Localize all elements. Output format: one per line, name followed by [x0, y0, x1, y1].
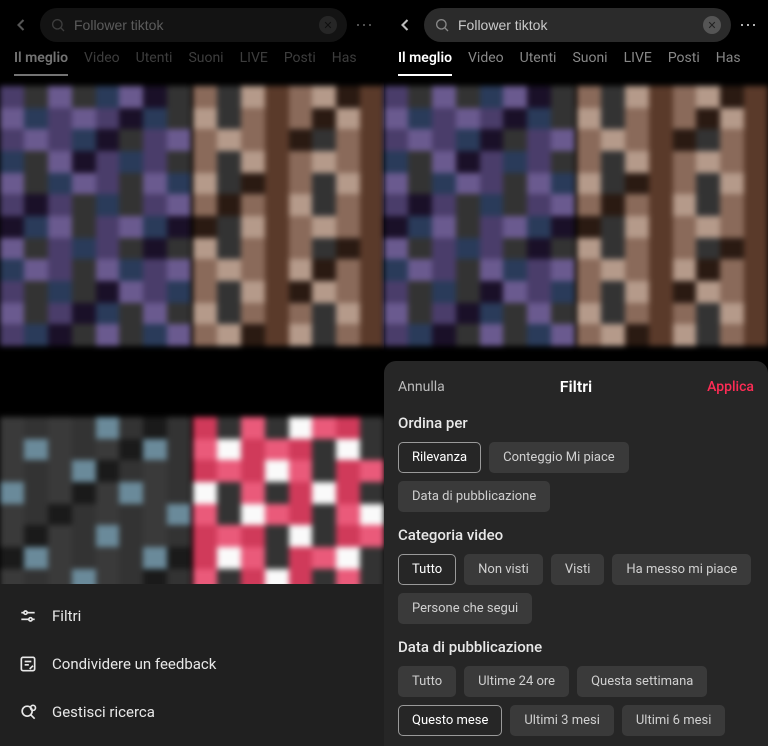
chip-date-all[interactable]: Tutto [398, 666, 456, 697]
tab-best[interactable]: Il meglio [398, 50, 452, 76]
search-input[interactable] [74, 17, 311, 33]
video-thumbnail[interactable] [193, 86, 384, 346]
tab-hashtags[interactable]: Has [332, 50, 357, 76]
menu-feedback-label: Condividere un feedback [52, 655, 216, 673]
search-icon [50, 17, 66, 33]
chip-date-6months[interactable]: Ultimi 6 mesi [622, 705, 726, 736]
category-section-title: Categoria video [398, 526, 754, 544]
sort-options: Rilevanza Conteggio Mi piace Data di pub… [398, 442, 754, 512]
menu-feedback[interactable]: Condividere un feedback [0, 640, 384, 688]
sort-section-title: Ordina per [398, 414, 754, 432]
back-icon[interactable] [394, 14, 416, 36]
more-icon[interactable]: ⋯ [355, 15, 374, 36]
menu-filters-label: Filtri [52, 607, 81, 625]
chip-date-month[interactable]: Questo mese [398, 705, 502, 736]
menu-manage-search[interactable]: Gestisci ricerca [0, 688, 384, 736]
back-icon[interactable] [10, 14, 32, 36]
tab-sounds[interactable]: Suoni [188, 50, 223, 76]
tab-hashtags[interactable]: Has [716, 50, 741, 76]
options-menu: Filtri Condividere un feedback Gestisci … [0, 584, 384, 746]
search-input[interactable] [458, 17, 695, 33]
search-icon [434, 17, 450, 33]
sliders-icon [18, 606, 38, 626]
chip-cat-unwatched[interactable]: Non visti [464, 554, 543, 585]
date-options: Tutto Ultime 24 ore Questa settimana Que… [398, 666, 754, 736]
tab-best[interactable]: Il meglio [14, 50, 68, 76]
chip-date-week[interactable]: Questa settimana [577, 666, 707, 697]
tab-video[interactable]: Video [84, 50, 120, 76]
tab-users[interactable]: Utenti [136, 50, 173, 76]
tab-places[interactable]: Posti [284, 50, 316, 76]
filters-sheet: Annulla Filtri Applica Ordina per Rileva… [384, 361, 768, 746]
chip-sort-date[interactable]: Data di pubblicazione [398, 481, 550, 512]
chip-cat-all[interactable]: Tutto [398, 554, 456, 585]
cancel-button[interactable]: Annulla [398, 379, 445, 395]
manage-search-icon [18, 702, 38, 722]
sheet-title: Filtri [560, 377, 592, 396]
video-thumbnail[interactable] [0, 86, 191, 346]
tab-live[interactable]: LIVE [240, 50, 268, 76]
search-input-container[interactable]: ✕ [424, 8, 731, 42]
more-icon[interactable]: ⋯ [739, 15, 758, 36]
category-options: Tutto Non visti Visti Ha messo mi piace … [398, 554, 754, 624]
apply-button[interactable]: Applica [707, 379, 754, 395]
tab-live[interactable]: LIVE [624, 50, 652, 76]
feedback-icon [18, 654, 38, 674]
chip-cat-watched[interactable]: Visti [551, 554, 605, 585]
search-input-container[interactable]: ✕ [40, 8, 347, 42]
tab-users[interactable]: Utenti [520, 50, 557, 76]
chip-cat-liked[interactable]: Ha messo mi piace [612, 554, 751, 585]
video-thumbnail[interactable] [577, 86, 768, 346]
clear-search-icon[interactable]: ✕ [703, 16, 721, 34]
menu-manage-label: Gestisci ricerca [52, 703, 155, 721]
chip-cat-following[interactable]: Persone che segui [398, 593, 532, 624]
chip-date-3months[interactable]: Ultimi 3 mesi [510, 705, 614, 736]
menu-filters[interactable]: Filtri [0, 592, 384, 640]
chip-sort-relevance[interactable]: Rilevanza [398, 442, 481, 473]
date-section-title: Data di pubblicazione [398, 638, 754, 656]
tab-video[interactable]: Video [468, 50, 504, 76]
chip-date-24h[interactable]: Ultime 24 ore [464, 666, 569, 697]
clear-search-icon[interactable]: ✕ [319, 16, 337, 34]
chip-sort-likes[interactable]: Conteggio Mi piace [489, 442, 629, 473]
tab-places[interactable]: Posti [668, 50, 700, 76]
video-thumbnail[interactable] [384, 86, 575, 346]
tab-sounds[interactable]: Suoni [572, 50, 607, 76]
